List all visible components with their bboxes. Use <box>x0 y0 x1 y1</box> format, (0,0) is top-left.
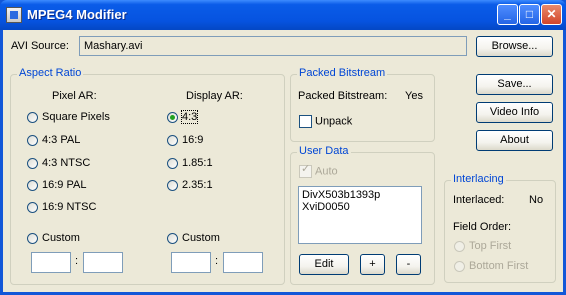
user-data-list[interactable]: DivX503b1393p XviD0050 <box>298 186 422 244</box>
user-data-title: User Data <box>297 145 351 157</box>
remove-button[interactable]: - <box>396 254 421 275</box>
video-info-button[interactable]: Video Info <box>476 102 553 123</box>
display-ar-185[interactable]: 1.85:1 <box>167 157 213 170</box>
display-ar-custom[interactable]: Custom <box>167 232 220 245</box>
add-button[interactable]: + <box>360 254 385 275</box>
display-ar-43[interactable]: 4:3 <box>167 110 199 124</box>
radio-selected-icon <box>167 111 178 123</box>
display-ar-custom-x-field[interactable] <box>171 252 211 273</box>
close-button[interactable]: ✕ <box>541 4 562 25</box>
radio-icon <box>167 134 178 146</box>
packed-bitstream-label: Packed Bitstream: <box>298 90 388 102</box>
radio-icon <box>167 179 178 191</box>
unpack-checkbox[interactable]: Unpack <box>299 115 352 128</box>
avi-source-field[interactable]: Mashary.avi <box>79 36 467 56</box>
edit-button[interactable]: Edit <box>299 254 349 275</box>
auto-checkbox[interactable]: Auto <box>299 163 338 178</box>
pixel-ar-square[interactable]: Square Pixels <box>27 111 110 124</box>
list-item[interactable]: XviD0050 <box>302 201 418 213</box>
radio-icon <box>27 179 38 191</box>
window-title: MPEG4 Modifier <box>27 7 127 22</box>
separator-colon: : <box>75 255 79 267</box>
interlacing-title: Interlacing <box>451 173 506 185</box>
top-first-radio[interactable]: Top First <box>454 240 511 253</box>
packed-bitstream-group: Packed Bitstream <box>290 67 435 142</box>
save-button[interactable]: Save... <box>476 74 553 95</box>
radio-icon <box>167 232 178 244</box>
interlaced-value: No <box>529 194 544 206</box>
about-button[interactable]: About <box>476 130 553 151</box>
radio-icon <box>27 111 38 123</box>
display-ar-169[interactable]: 16:9 <box>167 134 203 147</box>
minimize-button[interactable]: _ <box>497 4 518 25</box>
checkbox-icon <box>299 163 312 178</box>
app-icon <box>6 7 22 23</box>
app-window: MPEG4 Modifier _ □ ✕ AVI Source: Mashary… <box>0 0 566 295</box>
browse-button[interactable]: Browse... <box>476 36 553 57</box>
packed-bitstream-value: Yes <box>405 90 423 102</box>
pixel-ar-custom[interactable]: Custom <box>27 232 80 245</box>
radio-icon <box>454 260 465 272</box>
pixel-ar-header: Pixel AR: <box>52 90 97 102</box>
pixel-ar-169-pal[interactable]: 16:9 PAL <box>27 179 86 192</box>
avi-source-label: AVI Source: <box>11 40 69 52</box>
pixel-ar-43-ntsc[interactable]: 4:3 NTSC <box>27 157 90 170</box>
maximize-button[interactable]: □ <box>519 4 540 25</box>
pixel-ar-43-pal[interactable]: 4:3 PAL <box>27 134 80 147</box>
radio-icon <box>454 240 465 252</box>
pixel-ar-custom-y-field[interactable] <box>83 252 123 273</box>
title-bar[interactable]: MPEG4 Modifier _ □ ✕ <box>0 0 566 30</box>
pixel-ar-custom-x-field[interactable] <box>31 252 71 273</box>
separator-colon: : <box>215 255 219 267</box>
list-item[interactable]: DivX503b1393p <box>302 189 418 201</box>
bottom-first-radio[interactable]: Bottom First <box>454 260 528 273</box>
packed-bitstream-title: Packed Bitstream <box>297 67 388 79</box>
interlaced-label: Interlaced: <box>453 194 505 206</box>
display-ar-custom-y-field[interactable] <box>223 252 263 273</box>
display-ar-header: Display AR: <box>186 90 243 102</box>
aspect-ratio-title: Aspect Ratio <box>17 67 84 79</box>
client-area: AVI Source: Mashary.avi Browse... Aspect… <box>3 30 563 292</box>
field-order-label: Field Order: <box>453 221 512 233</box>
radio-icon <box>27 157 38 169</box>
display-ar-235[interactable]: 2.35:1 <box>167 179 213 192</box>
pixel-ar-169-ntsc[interactable]: 16:9 NTSC <box>27 201 96 214</box>
radio-icon <box>27 232 38 244</box>
radio-icon <box>27 134 38 146</box>
checkbox-icon <box>299 115 312 128</box>
radio-icon <box>167 157 178 169</box>
radio-icon <box>27 201 38 213</box>
